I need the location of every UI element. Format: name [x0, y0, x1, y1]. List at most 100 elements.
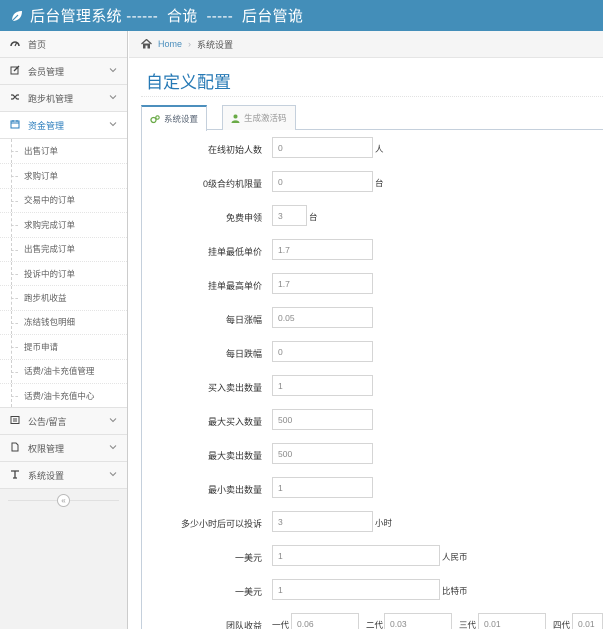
form-label: 最大卖出数量: [207, 451, 262, 461]
chevron-down-icon: [109, 68, 117, 73]
chevron-down-icon: [109, 418, 117, 423]
submenu-item[interactable]: 求购订单: [0, 163, 127, 189]
form-unit: 台: [375, 178, 384, 188]
funds-submenu: 出售订单 求购订单 交易中的订单 求购完成订单 出售完成订单 投诉中的订单 跑步…: [0, 139, 127, 409]
sidebar-item-label: 会员管理: [28, 66, 65, 77]
dashboard-icon: [8, 38, 22, 51]
chevron-down-icon: [109, 445, 117, 450]
min-sell-quantity-input[interactable]: [272, 477, 373, 498]
sidebar-item-home[interactable]: 首页: [0, 31, 127, 58]
page-title: 自定义配置: [146, 73, 231, 92]
form-unit: 人: [375, 144, 384, 154]
settings-form: 在线初始人数 人 0级合约机限量 台 免费申领 台 挂单最低单价 挂单最高单价 …: [141, 130, 603, 629]
breadcrumb-separator: ›: [188, 39, 192, 49]
calendar-icon: [8, 119, 22, 132]
tab-bar: 系统设置 生成激活码: [141, 105, 603, 131]
usd-to-cny-input[interactable]: [272, 545, 440, 566]
user-icon: [231, 114, 240, 123]
cogs-icon: [150, 114, 160, 124]
submenu-item[interactable]: 求购完成订单: [0, 212, 127, 237]
edit-icon: [8, 65, 22, 78]
form-label: 在线初始人数: [207, 145, 262, 155]
text-icon: [8, 469, 22, 482]
leaf-icon: [10, 9, 24, 23]
submenu-item[interactable]: 提币申请: [0, 334, 127, 359]
submenu-item[interactable]: 出售完成订单: [0, 236, 127, 262]
sidebar-item-announcements[interactable]: 公告/留言: [0, 408, 127, 436]
form-unit: 台: [309, 212, 318, 222]
team-income-gen2-input[interactable]: [384, 613, 452, 629]
online-initial-count-input[interactable]: [272, 137, 373, 158]
max-order-price-input[interactable]: [272, 273, 373, 294]
submenu-item[interactable]: 话费/油卡充值中心: [0, 382, 127, 408]
max-buy-quantity-input[interactable]: [272, 409, 373, 430]
min-order-price-input[interactable]: [272, 239, 373, 260]
form-unit: 小时: [375, 518, 393, 528]
submenu-item[interactable]: 话费/油卡充值管理: [0, 358, 127, 384]
submenu-item[interactable]: 投诉中的订单: [0, 260, 127, 286]
main-content: 自定义配置 系统设置 生成激活码 在线初始人数 人 0级合约机限量 台 免费申领…: [129, 58, 603, 629]
tab-label: 系统设置: [164, 114, 199, 124]
chevron-down-icon: [109, 95, 117, 100]
tab-generate-activation-code[interactable]: 生成激活码: [222, 105, 296, 130]
sidebar: 首页 会员管理 跑步机管理 资金管理 出售订单 求购订单 交易中的订单 求购完成…: [0, 31, 128, 629]
gen-label: 二代: [366, 620, 384, 629]
title-divider: [141, 96, 603, 97]
list-icon: [8, 415, 22, 428]
sidebar-item-label: 系统设置: [28, 470, 65, 481]
sidebar-item-label: 公告/留言: [28, 416, 67, 427]
form-label: 挂单最低单价: [207, 247, 262, 257]
form-label: 挂单最高单价: [207, 281, 262, 291]
form-label: 多少小时后可以投诉: [180, 519, 262, 529]
gen-label: 四代: [553, 620, 571, 629]
sidebar-item-treadmills[interactable]: 跑步机管理: [0, 85, 127, 112]
team-income-gen4-input[interactable]: [572, 613, 603, 629]
form-label: 0级合约机限量: [202, 179, 262, 189]
form-label: 一美元: [234, 587, 262, 597]
sidebar-item-members[interactable]: 会员管理: [0, 58, 127, 85]
submenu-item[interactable]: 跑步机收益: [0, 285, 127, 311]
file-icon: [8, 442, 22, 455]
usd-to-btc-input[interactable]: [272, 579, 440, 600]
gen-label: 三代: [459, 620, 477, 629]
shuffle-icon: [8, 92, 22, 105]
tab-system-settings[interactable]: 系统设置: [141, 105, 208, 131]
sidebar-item-system-settings[interactable]: 系统设置: [0, 462, 127, 490]
form-label: 最大买入数量: [207, 417, 262, 427]
chevron-down-icon: [109, 472, 117, 477]
form-label: 最小卖出数量: [207, 485, 262, 495]
form-label: 每日跌幅: [225, 349, 262, 359]
gen-label: 一代: [272, 620, 290, 629]
form-unit: 比特币: [442, 586, 468, 596]
collapse-sidebar-icon[interactable]: «: [57, 493, 70, 507]
breadcrumb-home-link[interactable]: Home: [158, 39, 182, 49]
team-income-gen3-input[interactable]: [478, 613, 546, 629]
daily-increase-input[interactable]: [272, 307, 373, 328]
max-sell-quantity-input[interactable]: [272, 443, 373, 464]
daily-decrease-input[interactable]: [272, 341, 373, 362]
submenu-item[interactable]: 交易中的订单: [0, 187, 127, 213]
chevron-down-icon: [109, 122, 117, 127]
form-label: 买入卖出数量: [207, 383, 262, 393]
form-unit: 人民币: [442, 552, 468, 562]
form-label: 一美元: [234, 553, 262, 563]
sidebar-item-permissions[interactable]: 权限管理: [0, 435, 127, 463]
app-title: 后台管理系统 ------ 合诡 ----- 后台管诡: [30, 8, 304, 25]
sidebar-collapse: «: [0, 489, 127, 511]
complaint-hours-input[interactable]: [272, 511, 373, 532]
breadcrumb-current: 系统设置: [197, 39, 234, 50]
sidebar-item-label: 跑步机管理: [28, 93, 74, 104]
tab-label: 生成激活码: [244, 113, 287, 123]
sidebar-item-funds[interactable]: 资金管理: [0, 112, 127, 139]
breadcrumb: Home › 系统设置: [129, 31, 603, 58]
submenu-item[interactable]: 出售订单: [0, 139, 127, 164]
form-label: 每日涨幅: [225, 315, 262, 325]
top-navbar: 后台管理系统 ------ 合诡 ----- 后台管诡: [0, 0, 603, 31]
form-label: 团队收益: [225, 621, 262, 629]
buy-sell-quantity-input[interactable]: [272, 375, 373, 396]
submenu-item[interactable]: 冻结钱包明细: [0, 309, 127, 335]
team-income-gen1-input[interactable]: [291, 613, 359, 629]
free-claim-input[interactable]: [272, 205, 307, 226]
level0-contract-limit-input[interactable]: [272, 171, 373, 192]
form-label: 免费申领: [225, 213, 262, 223]
